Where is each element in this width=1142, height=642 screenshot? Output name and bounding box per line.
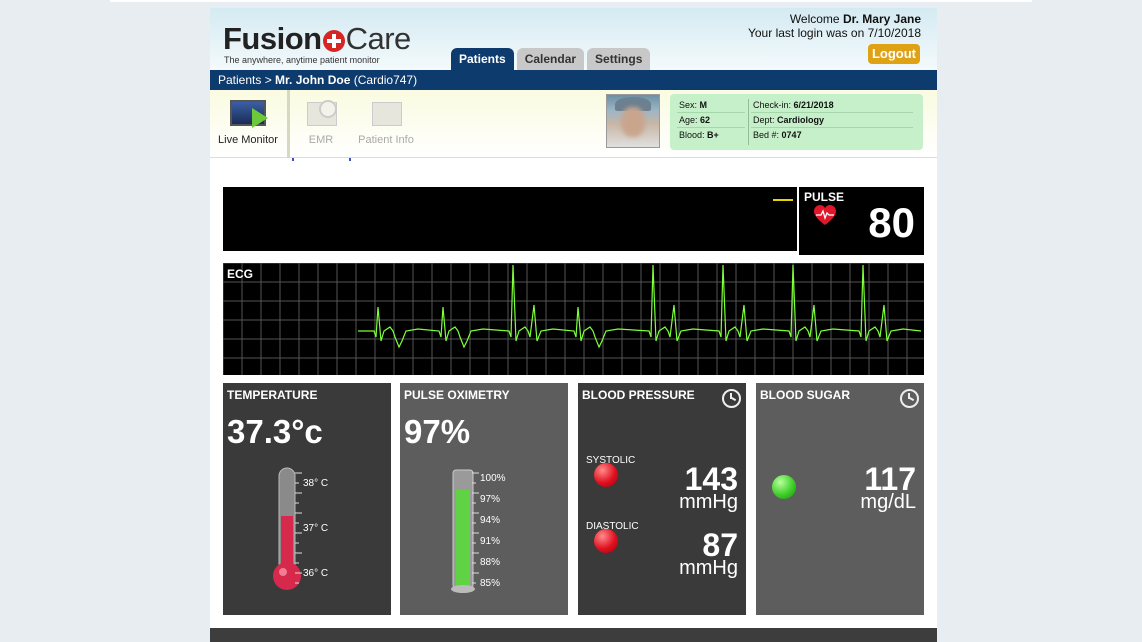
pulse-value: 80 (868, 199, 915, 246)
blood-row: Blood: B+ (677, 128, 745, 143)
blood-value: B+ (707, 130, 719, 140)
blood-sugar-panel: BLOOD SUGAR 117 mg/dL (756, 383, 924, 615)
patient-photo (606, 94, 660, 148)
ox-scale-91: 91% (480, 536, 501, 547)
logo-text-care: Care (345, 21, 412, 56)
bp-history-clock-icon[interactable] (722, 389, 741, 408)
diastolic-unit: mmHg (679, 557, 738, 579)
pulse-readout: PULSE 80 (797, 187, 924, 255)
app-window: Fusion Care The anywhere, anytime patient… (210, 8, 937, 642)
ecg-label: ECG (227, 267, 254, 281)
patient-info-icon (366, 96, 406, 130)
dept-row: Dept: Cardiology (751, 113, 913, 128)
bp-title: BLOOD PRESSURE (582, 388, 695, 402)
info-card-divider (748, 99, 749, 145)
sex-label: Sex: (679, 100, 698, 110)
diastolic-status-dot (594, 529, 618, 553)
age-label: Age: (679, 115, 698, 125)
temp-scale-36: 36° C (303, 568, 329, 579)
ox-scale-85: 85% (480, 578, 501, 589)
patient-demographics: Sex: M Age: 62 Blood: B+ (677, 98, 745, 143)
tagline: The anywhere, anytime patient monitor (224, 55, 380, 65)
bed-row: Bed #: 0747 (751, 128, 913, 143)
oximetry-ticks (472, 472, 479, 584)
medical-cross-icon (322, 30, 345, 52)
breadcrumb: Patients > Mr. John Doe (Cardio747) (210, 70, 937, 90)
breadcrumb-separator: > (261, 73, 276, 87)
footer-bar (210, 628, 937, 642)
sugar-unit: mg/dL (860, 491, 916, 513)
welcome-block: Welcome Dr. Mary Jane Your last login wa… (748, 12, 921, 40)
breadcrumb-patients-link[interactable]: Patients (218, 73, 261, 87)
oximetry-title: PULSE OXIMETRY (404, 388, 510, 402)
blood-pressure-panel: BLOOD PRESSURE SYSTOLIC 143 mmHg DIASTOL… (578, 383, 746, 615)
bed-label: Bed #: (753, 130, 780, 140)
ox-scale-97: 97% (480, 494, 501, 505)
patient-info-card: Sex: M Age: 62 Blood: B+ Check-in: 6/21/… (670, 94, 923, 150)
temperature-title: TEMPERATURE (227, 388, 318, 402)
pulse-oximetry-panel: PULSE OXIMETRY 97% 100% 97% 94% 91% 88% … (400, 383, 568, 615)
ox-scale-100: 100% (480, 473, 506, 484)
temperature-panel: TEMPERATURE 37.3°c 38° C 37° C 36° C (223, 383, 391, 615)
tab-calendar[interactable]: Calendar (516, 48, 585, 70)
sugar-title: BLOOD SUGAR (760, 388, 850, 402)
patient-toolbar: Live Monitor EMR Patient Info Sex: M Age… (210, 90, 937, 158)
live-monitor-label: Live Monitor (218, 134, 278, 146)
logout-button[interactable]: Logout (868, 44, 920, 64)
sugar-status-dot (772, 475, 796, 499)
temperature-ticks (295, 472, 302, 584)
ox-scale-94: 94% (480, 515, 501, 526)
toolbar-underline-marks (292, 158, 351, 161)
emr-button[interactable]: EMR (285, 96, 357, 146)
ox-scale-88: 88% (480, 557, 501, 568)
sex-value: M (699, 100, 708, 110)
breadcrumb-patient-name: Mr. John Doe (275, 73, 351, 87)
dept-label: Dept: (753, 115, 775, 125)
temperature-value: 37.3°c (227, 413, 323, 450)
ecg-trace (358, 264, 922, 349)
tab-patients[interactable]: Patients (451, 48, 514, 70)
temp-scale-37: 37° C (303, 523, 329, 534)
fusioncare-logo: Fusion Care (223, 21, 412, 56)
systolic-unit: mmHg (679, 491, 738, 513)
ecg-monitor: ECG (223, 263, 924, 375)
ecg-graph (223, 263, 924, 375)
last-login: Your last login was on 7/10/2018 (747, 26, 921, 40)
checkin-label: Check-in: (753, 100, 792, 110)
live-monitor-icon (228, 96, 268, 130)
patient-info-label: Patient Info (358, 134, 414, 146)
bed-value: 0747 (781, 130, 802, 140)
breadcrumb-patient-id: (Cardio747) (353, 73, 418, 87)
pulse-waveform-strip (223, 187, 797, 251)
heart-icon (814, 205, 836, 225)
systolic-status-dot (594, 463, 618, 487)
tab-settings[interactable]: Settings (587, 48, 651, 70)
oximetry-value: 97% (404, 413, 471, 450)
welcome-prefix: Welcome (789, 12, 843, 26)
blood-label: Blood: (679, 130, 705, 140)
logo-text-fusion: Fusion (223, 21, 322, 56)
pulse-trace-marker (773, 199, 793, 201)
user-name: Dr. Mary Jane (842, 12, 921, 26)
patient-admission: Check-in: 6/21/2018 Dept: Cardiology Bed… (751, 98, 913, 143)
checkin-row: Check-in: 6/21/2018 (751, 98, 913, 113)
top-divider (110, 0, 1032, 2)
app-header: Fusion Care The anywhere, anytime patient… (210, 8, 937, 70)
welcome-line: Welcome Dr. Mary Jane (748, 12, 921, 26)
sex-row: Sex: M (677, 98, 745, 113)
age-value: 62 (700, 115, 711, 125)
sugar-history-clock-icon[interactable] (900, 389, 919, 408)
pulse-label: PULSE (804, 190, 845, 204)
temp-scale-38: 38° C (303, 478, 329, 489)
main-tabs: Patients Calendar Settings (451, 48, 651, 70)
checkin-value: 6/21/2018 (793, 100, 834, 110)
dept-value: Cardiology (777, 115, 825, 125)
patient-info-button[interactable]: Patient Info (350, 96, 422, 146)
live-monitor-button[interactable]: Live Monitor (212, 96, 284, 146)
emr-icon (301, 96, 341, 130)
age-row: Age: 62 (677, 113, 745, 128)
emr-label: EMR (308, 134, 334, 146)
